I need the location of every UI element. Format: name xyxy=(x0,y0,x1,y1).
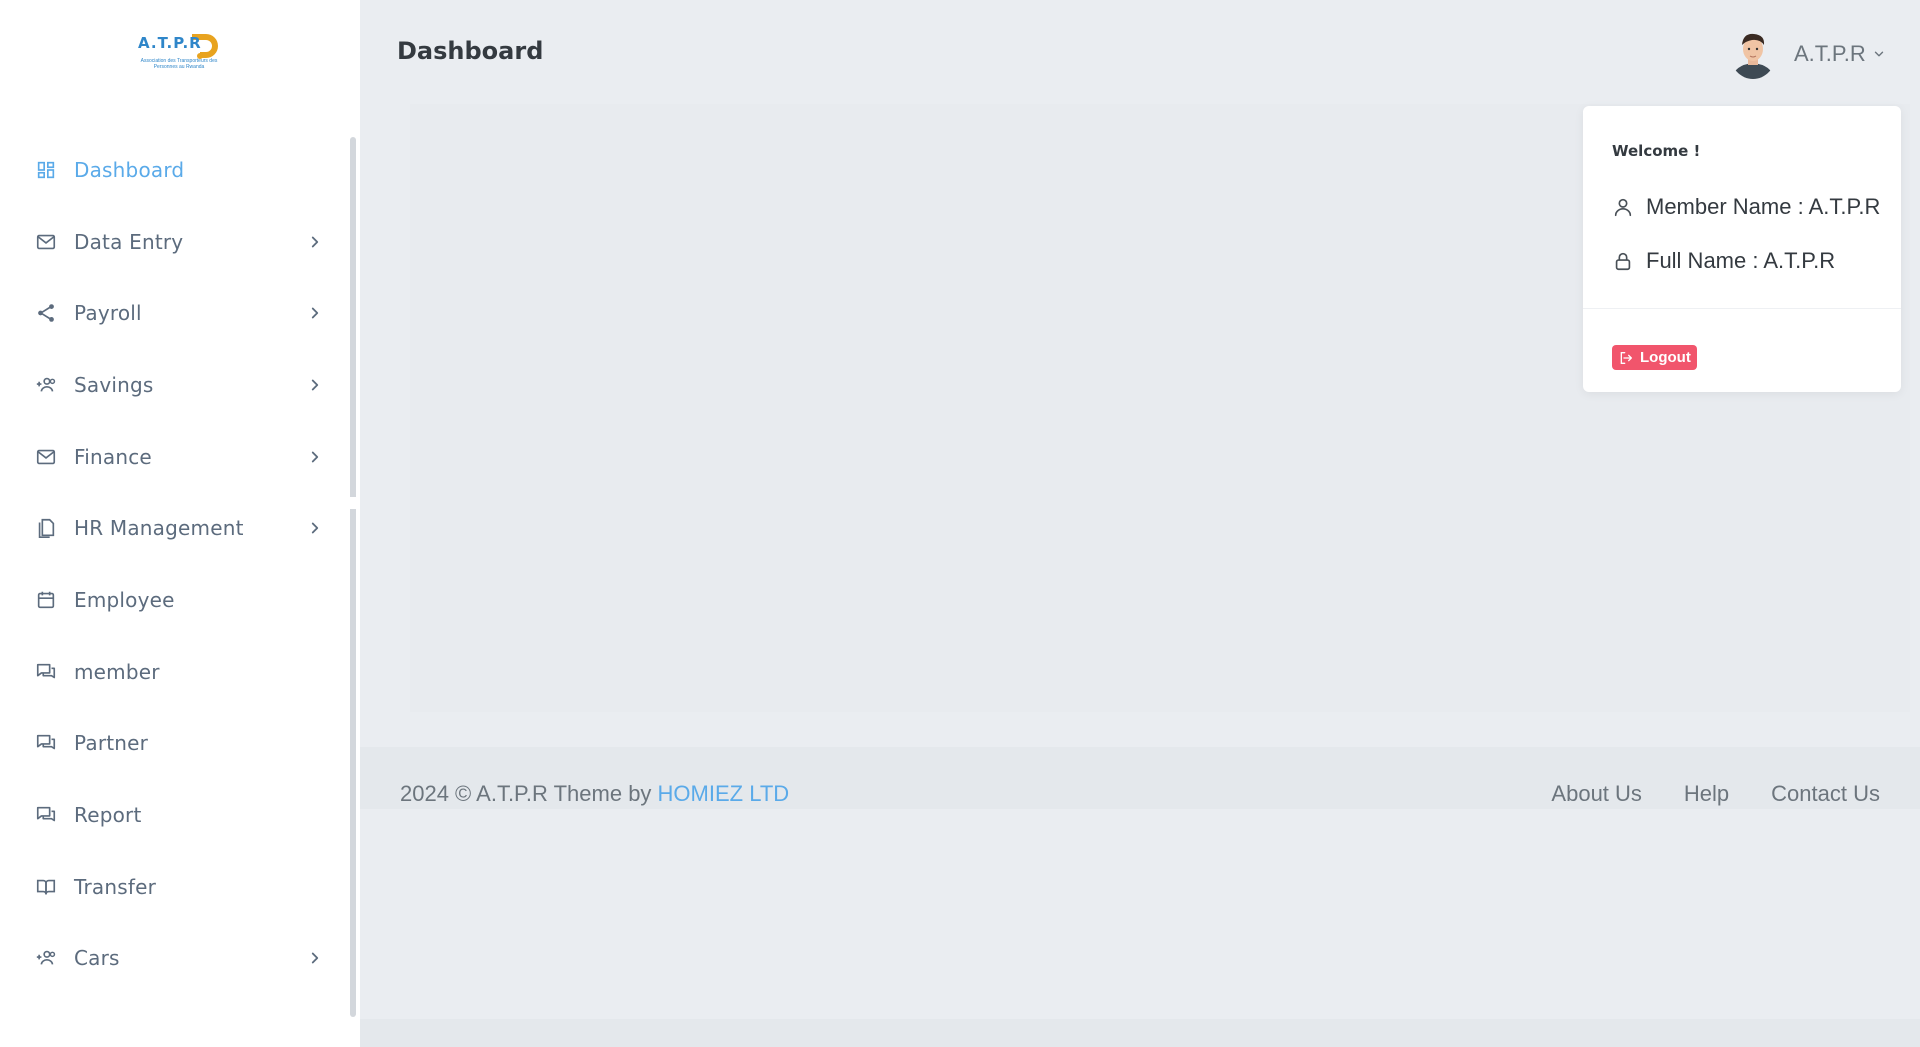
sidebar: A.T.P.R Association des Transporteurs de… xyxy=(0,0,360,1047)
user-icon xyxy=(1614,198,1632,217)
sidebar-item-label: Partner xyxy=(74,731,149,756)
full-name-row: Full Name : A.T.P.R xyxy=(1612,248,1835,274)
sidebar-item-finance[interactable]: Finance xyxy=(0,421,340,493)
chevron-right-icon xyxy=(306,448,324,466)
dashboard-icon xyxy=(34,158,58,182)
dropdown-divider xyxy=(1583,308,1901,309)
sidebar-item-label: Cars xyxy=(74,946,120,971)
sidebar-item-dashboard[interactable]: Dashboard xyxy=(0,134,340,206)
sidebar-item-label: Finance xyxy=(74,444,152,469)
footer-link-contact[interactable]: Contact Us xyxy=(1771,781,1880,807)
sidebar-item-label: Employee xyxy=(74,587,175,612)
chevron-down-icon xyxy=(1874,51,1883,57)
sidebar-item-label: Data Entry xyxy=(74,229,184,254)
sidebar-item-data-entry[interactable]: Data Entry xyxy=(0,206,340,278)
sidebar-item-payroll[interactable]: Payroll xyxy=(0,277,340,349)
chevron-right-icon xyxy=(306,949,324,967)
mail-icon xyxy=(34,230,58,254)
sidebar-item-partner[interactable]: Partner xyxy=(0,708,340,780)
mail-icon xyxy=(34,445,58,469)
sidebar-item-label: Savings xyxy=(74,372,154,397)
sidebar-menu: Dashboard Data Entry Payroll Savings Finance… xyxy=(0,134,340,994)
sidebar-item-member[interactable]: member xyxy=(0,636,340,708)
full-name: Full Name : A.T.P.R xyxy=(1646,248,1836,273)
footer: 2024 © A.T.P.R Theme by HOMIEZ LTD About… xyxy=(360,747,1920,809)
footer-links: About Us Help Contact Us xyxy=(1509,781,1880,807)
sidebar-item-savings[interactable]: Savings xyxy=(0,349,340,421)
user-add-icon xyxy=(34,946,58,970)
logout-icon xyxy=(1620,351,1632,364)
sidebar-item-employee[interactable]: Employee xyxy=(0,564,340,636)
book-icon xyxy=(34,875,58,899)
lock-icon xyxy=(1615,252,1631,271)
dropdown-welcome: Welcome ! xyxy=(1612,142,1701,160)
avatar xyxy=(1730,29,1776,79)
footer-link-about[interactable]: About Us xyxy=(1551,781,1642,807)
topbar: Dashboard A.T.P.R xyxy=(360,0,1920,104)
brand-logo[interactable]: A.T.P.R Association des Transporteurs de… xyxy=(130,30,230,82)
footer-copyright: 2024 © A.T.P.R Theme by HOMIEZ LTD xyxy=(400,781,789,807)
page-title: Dashboard xyxy=(397,37,544,65)
sidebar-item-transfer[interactable]: Transfer xyxy=(0,851,340,923)
sidebar-item-label: Report xyxy=(74,803,142,828)
footer-link-help[interactable]: Help xyxy=(1684,781,1729,807)
calendar-icon xyxy=(34,588,58,612)
sidebar-item-label: member xyxy=(74,659,160,684)
sidebar-item-label: HR Management xyxy=(74,516,244,541)
chevron-right-icon xyxy=(306,304,324,322)
sidebar-item-label: Payroll xyxy=(74,301,142,326)
sidebar-item-label: Transfer xyxy=(74,874,157,899)
chevron-right-icon xyxy=(306,233,324,251)
chat-icon xyxy=(34,803,58,827)
logout-button[interactable]: Logout xyxy=(1612,345,1697,370)
member-name: Member Name : A.T.P.R xyxy=(1646,194,1881,219)
share-icon xyxy=(34,301,58,325)
sidebar-item-hr-management[interactable]: HR Management xyxy=(0,492,340,564)
company-link[interactable]: HOMIEZ LTD xyxy=(658,781,790,806)
logout-label: Logout xyxy=(1640,349,1691,366)
scrollbar-gap xyxy=(349,497,357,509)
chat-icon xyxy=(34,731,58,755)
user-add-icon xyxy=(34,373,58,397)
sidebar-item-report[interactable]: Report xyxy=(0,779,340,851)
chevron-right-icon xyxy=(306,519,324,537)
sidebar-scrollbar[interactable] xyxy=(350,137,356,1017)
chevron-right-icon xyxy=(306,376,324,394)
logo-subtext: Association des Transporteurs des Person… xyxy=(140,58,218,70)
user-menu-toggle[interactable]: A.T.P.R xyxy=(1730,28,1886,80)
logo-text: A.T.P.R xyxy=(138,34,202,52)
user-dropdown: Welcome ! Member Name : A.T.P.R Full Nam… xyxy=(1583,106,1901,392)
sidebar-item-label: Dashboard xyxy=(74,157,185,182)
copy-icon xyxy=(34,516,58,540)
sidebar-item-cars[interactable]: Cars xyxy=(0,923,340,995)
member-name-row: Member Name : A.T.P.R xyxy=(1612,194,1880,220)
bottom-strip xyxy=(360,1019,1920,1047)
chat-icon xyxy=(34,660,58,684)
copyright-text: 2024 © A.T.P.R Theme by xyxy=(400,781,658,806)
user-name: A.T.P.R xyxy=(1794,41,1866,66)
